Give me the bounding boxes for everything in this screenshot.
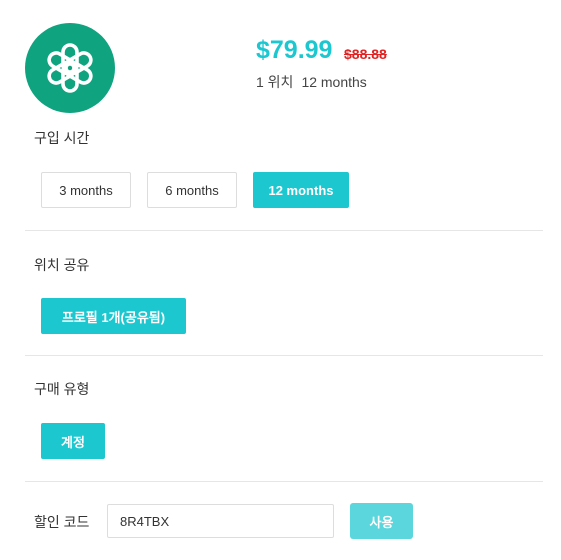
- coupon-label: 할인 코드: [34, 514, 90, 530]
- section-divider: [25, 481, 543, 482]
- section-divider: [25, 355, 543, 356]
- sharing-option-profile[interactable]: 프로필 1개(공유됨): [41, 298, 186, 334]
- original-price: $88.88: [344, 46, 387, 62]
- coupon-code-input[interactable]: [107, 504, 334, 538]
- purchase-type-label: 구매 유형: [34, 381, 90, 397]
- duration-option-6-months[interactable]: 6 months: [147, 172, 237, 208]
- current-price: $79.99: [256, 36, 333, 64]
- purchase-type-option-account[interactable]: 계정: [41, 423, 105, 459]
- duration-option-12-months[interactable]: 12 months: [253, 172, 349, 208]
- meta-duration: 12 months: [301, 74, 367, 90]
- duration-label: 구입 시간: [34, 130, 90, 146]
- duration-option-3-months[interactable]: 3 months: [41, 172, 131, 208]
- openai-logo-icon: [47, 43, 93, 93]
- product-meta: 1 위치 12 months: [256, 72, 367, 92]
- section-divider: [25, 230, 543, 231]
- meta-seats: 1 위치: [256, 74, 294, 90]
- product-logo: [25, 23, 115, 113]
- sharing-label: 위치 공유: [34, 257, 90, 273]
- apply-coupon-button[interactable]: 사용: [350, 503, 413, 539]
